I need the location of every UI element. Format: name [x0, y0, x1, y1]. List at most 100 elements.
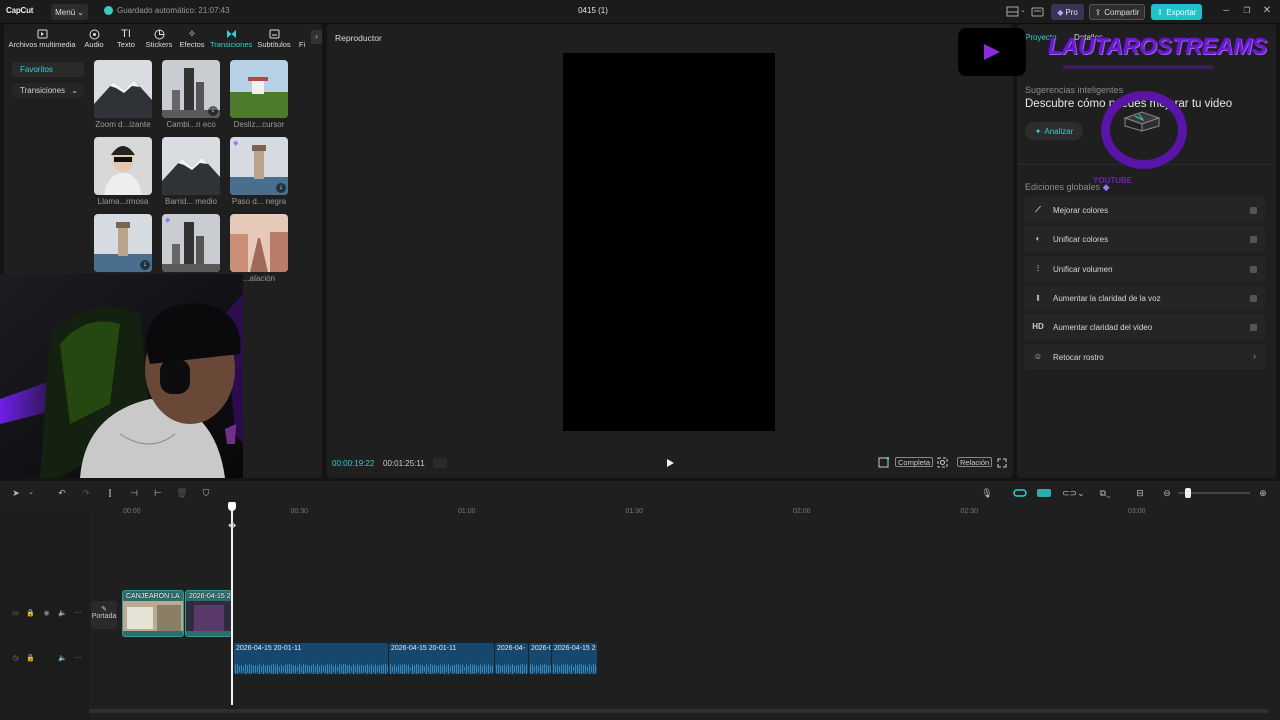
audio-clip[interactable]: 2026-04-15 20-01-11 — [234, 643, 388, 674]
tab-audio[interactable]: Audio — [82, 28, 106, 52]
transition-thumbnail[interactable] — [230, 214, 288, 272]
transition-thumbnail[interactable]: ↓ ◆ — [230, 137, 288, 195]
project-name[interactable]: 0415 (1) — [560, 6, 626, 15]
global-edit-item[interactable]: ◐ Unificar colores — [1024, 226, 1265, 253]
download-icon[interactable]: ↓ — [276, 183, 286, 193]
transition-label: Barrid... medio — [164, 197, 218, 206]
magnet-icon[interactable] — [1013, 487, 1027, 499]
toggle-switch[interactable] — [1250, 324, 1257, 332]
link-icon[interactable] — [1036, 487, 1052, 499]
play-icon[interactable] — [665, 458, 675, 468]
toggle-switch[interactable] — [1250, 236, 1257, 244]
global-edit-item[interactable]: HD Aumentar claridad del video — [1024, 314, 1265, 341]
more-icon[interactable]: ⋯ — [74, 654, 83, 663]
transition-thumbnail[interactable]: ↓ — [94, 214, 152, 272]
menu-label: Menú — [55, 7, 76, 17]
analyze-label: Analizar — [1044, 126, 1074, 136]
export-button[interactable]: ⇧ Exportar — [1151, 4, 1202, 20]
preview-axis-icon[interactable]: ⧉⌄ — [1094, 487, 1116, 499]
transition-thumbnail[interactable]: ◆ — [162, 214, 220, 272]
eye-icon[interactable]: ◉ — [42, 609, 51, 618]
playhead[interactable] — [231, 505, 233, 705]
tab-filters[interactable]: Fi — [297, 28, 307, 52]
chain-icon[interactable]: ⊂⊃⌄ — [1062, 487, 1085, 499]
audio-clip[interactable]: 2026-0 — [529, 643, 551, 674]
ratio-button[interactable]: Relación — [957, 457, 993, 467]
tab-transitions[interactable]: Transiciones — [210, 28, 252, 52]
pro-button[interactable]: ◆ Pro — [1051, 4, 1084, 20]
tab-audio-label: Audio — [84, 40, 104, 49]
microphone-icon[interactable]: 🎙 — [981, 487, 993, 499]
global-edit-item[interactable]: ⫶ Unificar volumen — [1024, 255, 1265, 282]
audio-clip[interactable]: 2026-04-15 20-01-11 — [389, 643, 494, 674]
global-edit-item[interactable]: ⟋ Mejorar colores — [1024, 197, 1265, 223]
undo-icon[interactable]: ↶ — [56, 487, 68, 499]
menu-button[interactable]: Menú ⌄ — [51, 4, 88, 20]
lock-icon[interactable]: 🔒 — [26, 654, 35, 663]
tab-subtitles[interactable]: Subtítulos — [256, 28, 292, 52]
trim-left-icon[interactable]: ⊣ — [128, 487, 140, 499]
tab-stickers-label: Stickers — [145, 40, 173, 49]
chevron-right-icon[interactable]: › — [311, 30, 322, 44]
volume-icon[interactable]: 🔈 — [58, 654, 67, 663]
minimize-icon[interactable]: – — [1220, 5, 1232, 17]
diamond-icon: ◆ — [1057, 7, 1064, 17]
global-edit-item[interactable]: ⫾ Aumentar la claridad de la voz — [1024, 284, 1265, 311]
focus-icon[interactable] — [937, 457, 948, 468]
global-edit-item[interactable]: ☺ Retocar rostro › — [1024, 343, 1265, 370]
more-icon[interactable]: ⋯ — [74, 609, 83, 618]
download-icon[interactable]: ↓ — [208, 106, 218, 116]
pencil-icon: ✎ — [101, 606, 107, 613]
sidebar-item-transitions[interactable]: Transiciones ⌄ — [12, 83, 84, 98]
keyboard-icon[interactable] — [1031, 6, 1044, 17]
transition-thumbnail[interactable] — [162, 137, 220, 195]
tab-stickers[interactable]: Stickers — [144, 28, 174, 52]
share-button[interactable]: ⇪ Compartir — [1089, 4, 1145, 20]
sidebar-item-favorites[interactable]: Favoritos — [12, 62, 84, 77]
restore-icon[interactable]: ❐ — [1241, 5, 1253, 17]
cover-button[interactable]: ✎ Portada — [91, 601, 117, 629]
transition-thumbnail[interactable] — [94, 60, 152, 118]
video-clip[interactable]: 2026-04-15 2 — [185, 590, 232, 637]
toggle-switch[interactable] — [1250, 207, 1257, 214]
preview-canvas[interactable] — [563, 53, 775, 431]
zoom-slider-handle[interactable] — [1185, 488, 1191, 498]
tab-text[interactable]: TI Texto — [114, 28, 138, 52]
toggle-switch[interactable] — [1250, 294, 1257, 302]
download-icon[interactable]: ↓ — [140, 260, 150, 270]
fullscreen-icon[interactable] — [997, 457, 1007, 468]
layout-icon[interactable] — [1006, 6, 1019, 17]
delete-icon[interactable]: 🗑 — [176, 487, 188, 499]
transition-thumbnail[interactable]: ↓ — [162, 60, 220, 118]
trim-right-icon[interactable]: ⊢ — [152, 487, 164, 499]
volume-icon[interactable]: 🔈 — [58, 609, 67, 618]
chevron-right-icon: › — [1253, 350, 1256, 361]
audio-clip[interactable]: 2026-04- — [495, 643, 528, 674]
complete-button[interactable]: Completa — [895, 457, 934, 467]
playhead-handle[interactable] — [228, 502, 236, 511]
tab-media[interactable]: Archivos multimedia — [7, 28, 77, 52]
magic-frame-icon[interactable] — [878, 457, 889, 468]
timecode-settings-icon[interactable] — [433, 458, 447, 468]
transition-thumbnail[interactable] — [230, 60, 288, 118]
video-clip[interactable]: CANJEARON LA — [122, 590, 184, 637]
split-screen-icon[interactable]: ⊟ — [1134, 487, 1146, 499]
audio-clip[interactable]: 2026-04-15 2 — [552, 643, 597, 674]
redo-icon[interactable]: ↷ — [80, 487, 92, 499]
timeline-scrollbar[interactable] — [89, 709, 1269, 713]
zoom-in-icon[interactable]: ⊕ — [1257, 487, 1269, 499]
close-icon[interactable]: ✕ — [1261, 5, 1273, 17]
split-icon[interactable]: ⫿ — [104, 487, 116, 499]
lock-icon[interactable]: 🔒 — [26, 609, 35, 618]
pointer-icon[interactable]: ➤ — [10, 487, 22, 499]
zoom-out-icon[interactable]: ⊖ — [1161, 487, 1173, 499]
cover-label: Portada — [91, 613, 117, 620]
transition-icon — [210, 28, 252, 40]
shield-icon[interactable]: ⛉ — [200, 487, 212, 499]
tab-effects[interactable]: ✧ Efectos — [178, 28, 206, 52]
chevron-down-icon[interactable]: ⌄ — [25, 487, 37, 499]
transition-thumbnail[interactable] — [94, 137, 152, 195]
analyze-button[interactable]: ✦ Analizar — [1025, 122, 1083, 140]
toggle-switch[interactable] — [1250, 265, 1257, 273]
global-edit-label: Mejorar colores — [1053, 206, 1109, 215]
